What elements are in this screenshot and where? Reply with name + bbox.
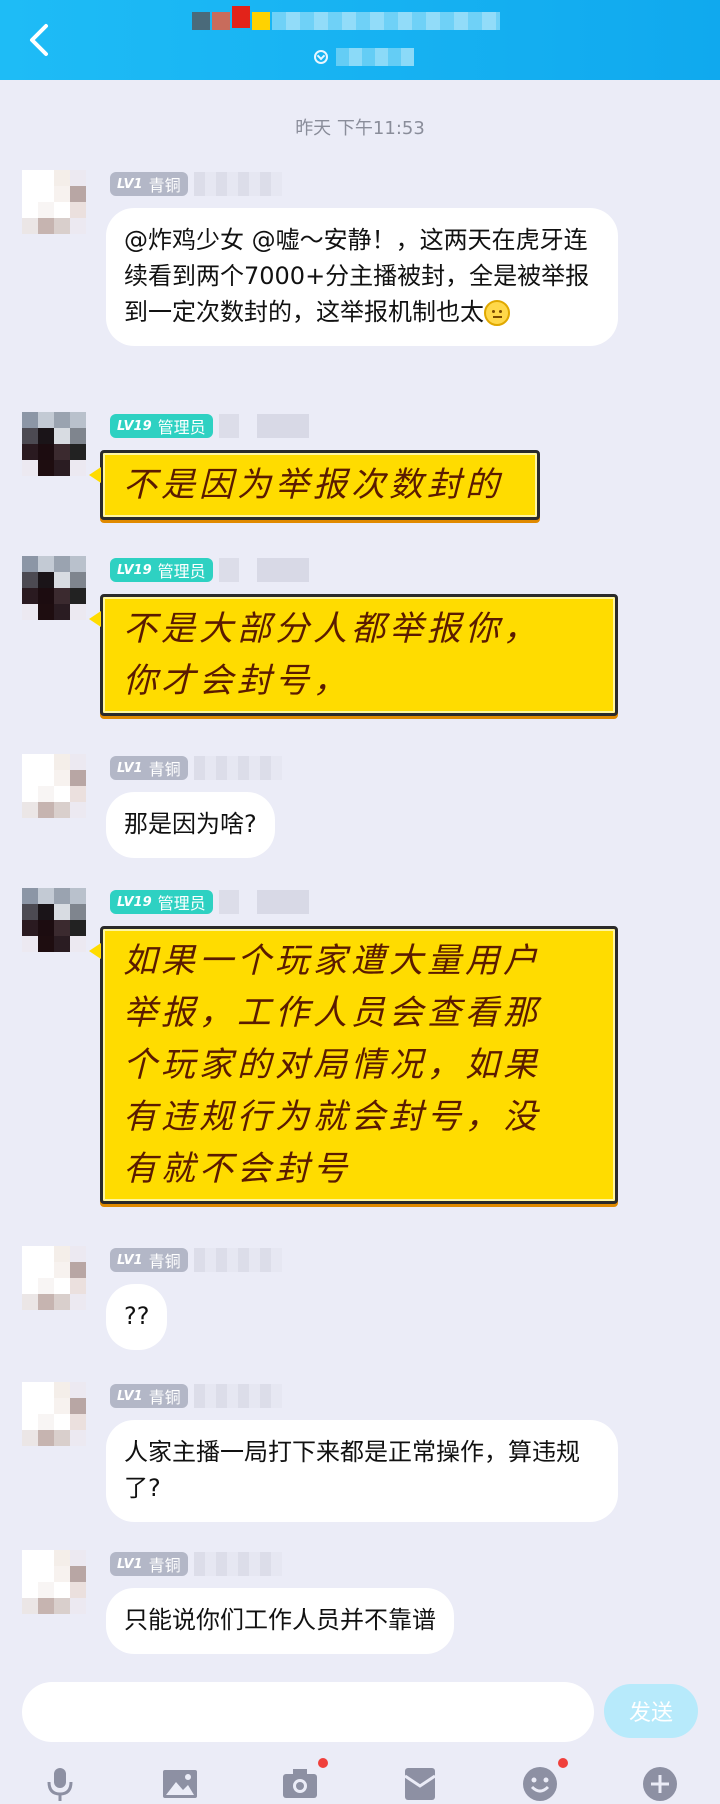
group-subtitle[interactable] — [314, 48, 414, 66]
group-title[interactable] — [192, 6, 500, 30]
plus-icon[interactable] — [640, 1764, 680, 1804]
level-badge: LV1 青铜 — [110, 1552, 188, 1576]
image-icon[interactable] — [160, 1764, 200, 1804]
subtitle-blur — [336, 48, 414, 66]
message-bubble[interactable]: @炸鸡少女 @嘘～安静！，这两天在虎牙连续看到两个7000+分主播被封，全是被举… — [106, 208, 618, 346]
input-bar: 发送 — [0, 1668, 720, 1804]
message-bubble[interactable]: 只能说你们工作人员并不靠谱 — [106, 1588, 454, 1654]
level-badge: LV19 管理员 — [110, 890, 213, 914]
notification-dot — [318, 1758, 328, 1768]
level-badge: LV19 管理员 — [110, 558, 213, 582]
avatar[interactable] — [22, 556, 86, 620]
avatar[interactable] — [22, 1382, 86, 1446]
red-packet-icon[interactable] — [400, 1764, 440, 1804]
camera-icon[interactable] — [280, 1764, 320, 1804]
notification-dot — [558, 1758, 568, 1768]
avatar[interactable] — [22, 1550, 86, 1614]
nickname[interactable] — [193, 756, 282, 780]
level-badge: LV1 青铜 — [110, 1384, 188, 1408]
chat-header — [0, 0, 720, 80]
avatar[interactable] — [22, 754, 86, 818]
send-button[interactable]: 发送 — [604, 1684, 698, 1738]
avatar[interactable] — [22, 412, 86, 476]
back-button[interactable] — [18, 18, 62, 62]
level-badge: LV1 青铜 — [110, 1248, 188, 1272]
level-badge: LV1 青铜 — [110, 756, 188, 780]
nickname[interactable] — [218, 890, 309, 914]
admin-bubble[interactable]: 如果一个玩家遭大量用户 举报，工作人员会查看那 个玩家的对局情况，如果 有违规行… — [89, 926, 618, 1204]
avatar[interactable] — [22, 170, 86, 234]
nickname[interactable] — [193, 1552, 282, 1576]
emoji-icon[interactable] — [520, 1764, 560, 1804]
nickname[interactable] — [218, 558, 309, 582]
admin-bubble[interactable]: 不是因为举报次数封的 — [89, 450, 540, 520]
message-input[interactable] — [22, 1682, 594, 1742]
nickname[interactable] — [193, 172, 282, 196]
avatar[interactable] — [22, 1246, 86, 1310]
chevron-left-icon — [30, 24, 48, 56]
smile-emoji-icon — [484, 300, 510, 326]
level-badge: LV1 青铜 — [110, 172, 188, 196]
timestamp: 昨天 下午11:53 — [295, 118, 425, 139]
nickname[interactable] — [193, 1248, 282, 1272]
message-bubble[interactable]: ?? — [106, 1284, 168, 1350]
microphone-icon[interactable] — [40, 1764, 80, 1804]
level-badge: LV19 管理员 — [110, 414, 213, 438]
nickname[interactable] — [193, 1384, 282, 1408]
message-bubble[interactable]: 人家主播一局打下来都是正常操作，算违规了? — [106, 1420, 618, 1522]
nickname[interactable] — [218, 414, 309, 438]
toolbar — [0, 1758, 720, 1804]
avatar[interactable] — [22, 888, 86, 952]
message-bubble[interactable]: 那是因为啥? — [106, 792, 275, 858]
chevron-down-icon — [314, 50, 328, 64]
admin-bubble[interactable]: 不是大部分人都举报你， 你才会封号， — [89, 594, 618, 716]
